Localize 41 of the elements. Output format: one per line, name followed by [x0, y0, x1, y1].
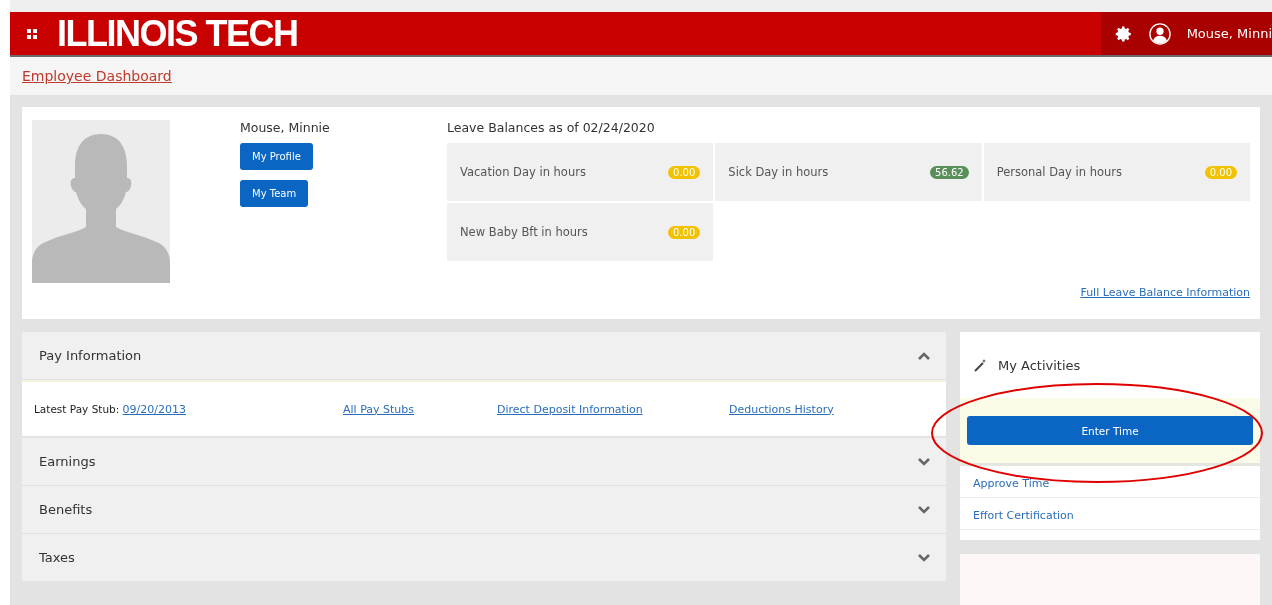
- balance-badge: 56.62: [930, 165, 969, 179]
- pay-stub-date-link[interactable]: 09/20/2013: [122, 402, 186, 416]
- leave-type-label: Personal Day in hours: [996, 165, 1123, 179]
- accordion-header[interactable]: Pay Information: [22, 332, 946, 380]
- section-title: Taxes: [39, 550, 75, 565]
- magic-wand-icon: [974, 358, 988, 372]
- leave-balances-title: Leave Balances as of 02/24/2020: [447, 120, 656, 135]
- full-leave-balance-link[interactable]: Full Leave Balance Information: [1080, 286, 1250, 299]
- chevron-down-icon[interactable]: [918, 457, 930, 466]
- activity-link[interactable]: Effort Certification: [960, 498, 1260, 530]
- chevron-down-icon[interactable]: [918, 553, 930, 562]
- section-title: Pay Information: [39, 348, 142, 363]
- section-title: Earnings: [39, 454, 96, 469]
- pay-link[interactable]: Direct Deposit Information: [497, 402, 643, 416]
- section-title: Benefits: [39, 502, 93, 517]
- activities-title: My Activities: [998, 357, 1081, 373]
- accordion-header[interactable]: Earnings: [22, 438, 946, 486]
- logo-text[interactable]: ILLINOIS TECH: [57, 12, 298, 55]
- leave-type-label: Sick Day in hours: [728, 165, 829, 179]
- balance-badge: 0.00: [1204, 165, 1237, 179]
- accordion-header[interactable]: Benefits: [22, 486, 946, 534]
- leave-type-label: Vacation Day in hours: [460, 165, 586, 179]
- apps-grid-icon[interactable]: [27, 28, 37, 39]
- pay-link[interactable]: Deductions History: [729, 402, 834, 416]
- pay-link[interactable]: All Pay Stubs: [343, 402, 414, 416]
- profile-button[interactable]: My Team: [240, 180, 309, 207]
- enter-time-button[interactable]: Enter Time: [967, 416, 1253, 445]
- activity-link[interactable]: Approve Time: [960, 466, 1260, 498]
- breadcrumb-link[interactable]: Employee Dashboard: [22, 68, 172, 84]
- user-name[interactable]: Mouse, Minni: [1186, 26, 1272, 41]
- employee-name: Mouse, Minnie: [240, 120, 330, 135]
- accordion-header[interactable]: Taxes: [22, 534, 946, 582]
- profile-button[interactable]: My Profile: [240, 143, 313, 170]
- balance-badge: 0.00: [668, 225, 701, 239]
- latest-pay-stub-text: Latest Pay Stub: 09/20/2013: [34, 402, 187, 416]
- balance-badge: 0.00: [668, 165, 701, 179]
- user-avatar-icon[interactable]: [1148, 22, 1171, 45]
- settings-icon[interactable]: [1114, 24, 1133, 43]
- chevron-up-icon[interactable]: [918, 351, 930, 360]
- chevron-down-icon[interactable]: [918, 505, 930, 514]
- leave-type-label: New Baby Bft in hours: [460, 225, 588, 239]
